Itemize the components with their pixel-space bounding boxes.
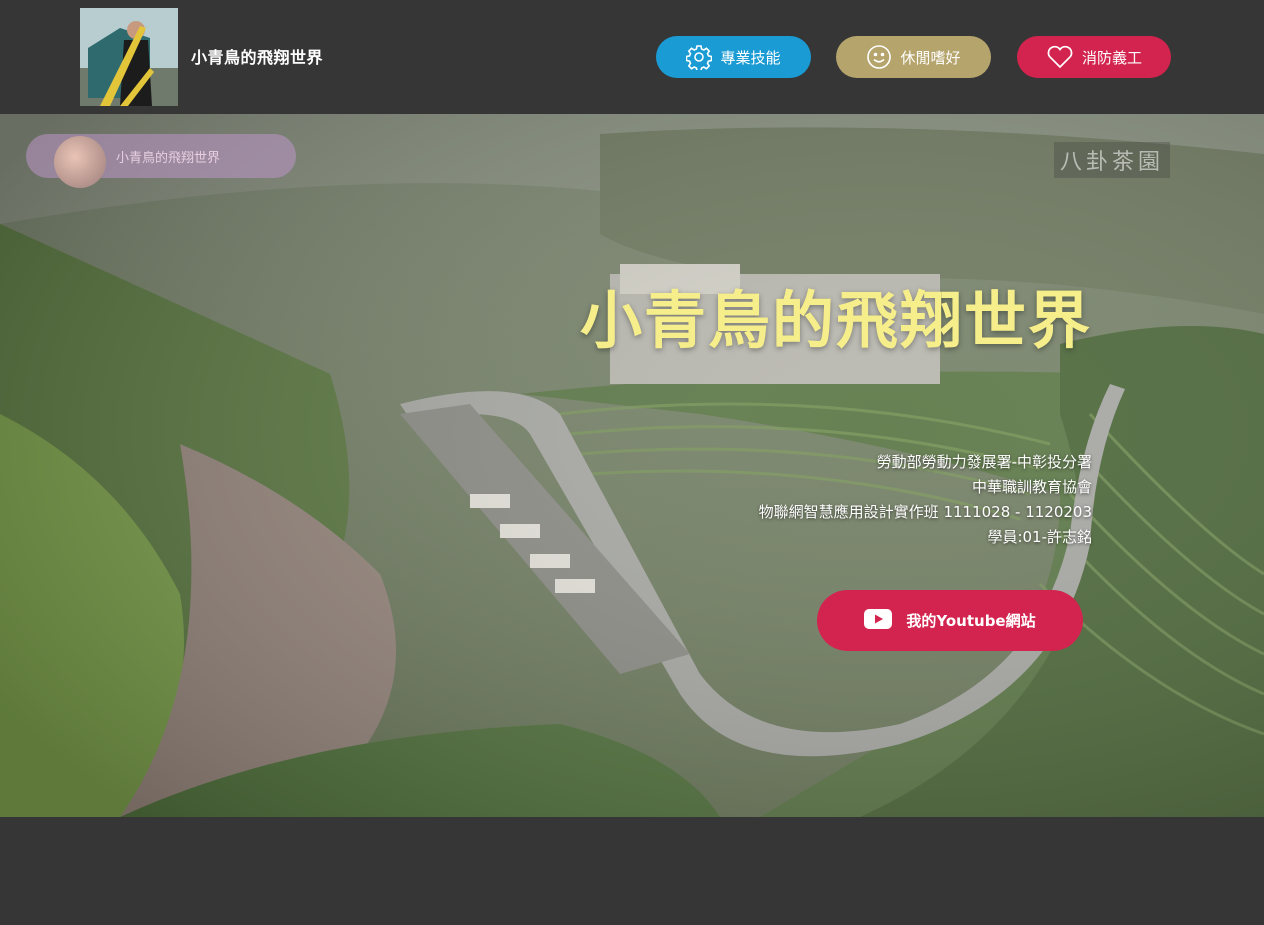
channel-watermark: 小青鳥的飛翔世界 (26, 134, 296, 188)
hero-line-student: 學員:01-許志銘 (987, 528, 1092, 546)
nav-hobby-label: 休閒嗜好 (900, 48, 961, 67)
hero-title: 小青鳥的飛翔世界 (579, 284, 1092, 357)
page-footer (0, 817, 1264, 925)
nav-skills-label: 專業技能 (720, 48, 781, 67)
hero-description: 勞動部勞動力發展署-中彰投分署 中華職訓教育協會 物聯網智慧應用設計實作班 11… (759, 450, 1092, 550)
hero-banner: 小青鳥的飛翔世界 八卦茶園 小青鳥的飛翔世界 勞動部勞動力發展署-中彰投分署 中… (0, 114, 1264, 817)
corner-caption: 八卦茶園 (1054, 142, 1171, 178)
watermark-avatar (54, 136, 106, 188)
smile-icon (866, 44, 892, 70)
watermark-text: 小青鳥的飛翔世界 (116, 150, 221, 166)
hero-line-association: 中華職訓教育協會 (971, 478, 1092, 496)
nav-firefighter-label: 消防義工 (1081, 48, 1142, 67)
hero-line-course: 物聯網智慧應用設計實作班 1111028 - 1120203 (758, 503, 1092, 521)
site-title[interactable]: 小青鳥的飛翔世界 (191, 44, 323, 68)
gear-icon (686, 44, 713, 70)
heart-icon (1046, 45, 1074, 69)
avatar[interactable] (80, 8, 178, 106)
hero-line-agency: 勞動部勞動力發展署-中彰投分署 (876, 453, 1092, 471)
nav-skills-button[interactable]: 專業技能 (656, 36, 811, 78)
youtube-button-label: 我的Youtube網站 (906, 612, 1036, 630)
nav-hobby-button[interactable]: 休閒嗜好 (836, 36, 991, 78)
youtube-icon (864, 608, 893, 633)
nav-firefighter-button[interactable]: 消防義工 (1017, 36, 1171, 78)
youtube-button[interactable]: 我的Youtube網站 (817, 590, 1083, 651)
avatar-photo (80, 8, 178, 106)
site-header: 小青鳥的飛翔世界 專業技能 休閒嗜好 消防義工 (0, 0, 1264, 114)
